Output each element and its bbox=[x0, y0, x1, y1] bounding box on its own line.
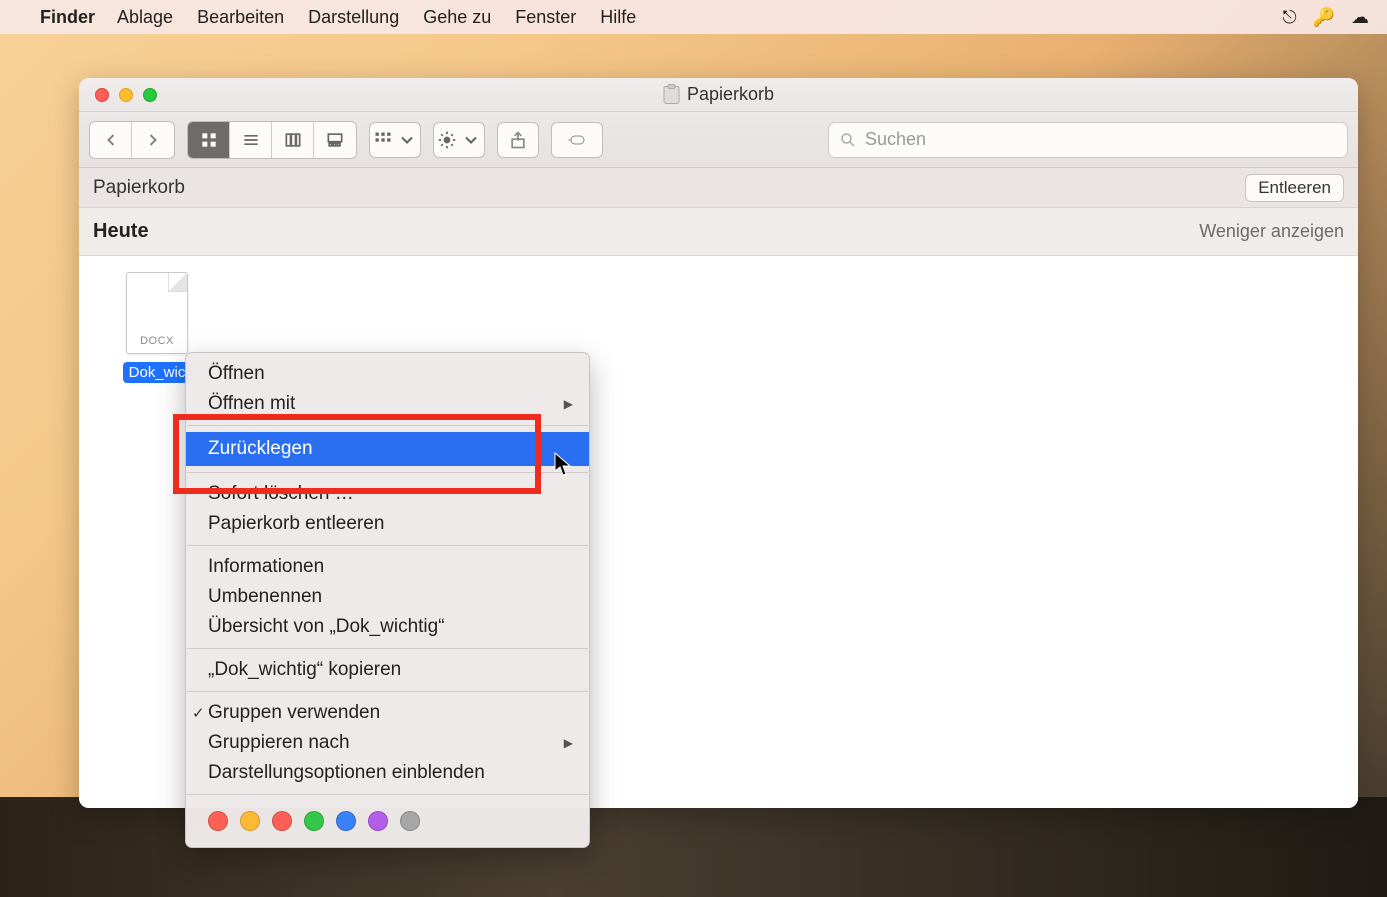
back-button[interactable] bbox=[90, 122, 132, 158]
context-menu: Öffnen Öffnen mit Zurücklegen Sofort lös… bbox=[185, 352, 590, 848]
trash-icon bbox=[663, 86, 679, 104]
tag-red[interactable] bbox=[208, 811, 228, 831]
menu-hilfe[interactable]: Hilfe bbox=[600, 7, 636, 28]
system-menubar: Finder Ablage Bearbeiten Darstellung Geh… bbox=[0, 0, 1387, 34]
group-label: Heute bbox=[93, 220, 149, 243]
forward-button[interactable] bbox=[132, 122, 174, 158]
ctx-show-view-options[interactable]: Darstellungsoptionen einblenden bbox=[186, 758, 589, 788]
group-header: Heute Weniger anzeigen bbox=[79, 208, 1358, 256]
minimize-window-button[interactable] bbox=[119, 88, 133, 102]
app-name[interactable]: Finder bbox=[40, 7, 95, 28]
path-bar: Papierkorb Entleeren bbox=[79, 168, 1358, 208]
ctx-separator bbox=[187, 691, 588, 692]
tag-gray[interactable] bbox=[400, 811, 420, 831]
ctx-group-by[interactable]: Gruppieren nach bbox=[186, 728, 589, 758]
location-label: Papierkorb bbox=[93, 177, 185, 199]
ctx-separator bbox=[187, 794, 588, 795]
tag-red2[interactable] bbox=[272, 811, 292, 831]
file-extension-label: DOCX bbox=[127, 335, 187, 347]
close-window-button[interactable] bbox=[95, 88, 109, 102]
ctx-use-groups[interactable]: Gruppen verwenden bbox=[186, 698, 589, 728]
share-button[interactable] bbox=[497, 122, 539, 158]
column-view-button[interactable] bbox=[272, 122, 314, 158]
ctx-copy[interactable]: „Dok_wichtig“ kopieren bbox=[186, 655, 589, 685]
ctx-tag-colors bbox=[186, 801, 589, 835]
file-name-label[interactable]: Dok_wic bbox=[123, 362, 192, 383]
tag-blue[interactable] bbox=[336, 811, 356, 831]
status-icon-1[interactable]: ⎋ bbox=[1282, 7, 1296, 28]
ctx-empty-trash[interactable]: Papierkorb entleeren bbox=[186, 509, 589, 539]
toolbar: Suchen bbox=[79, 112, 1358, 168]
search-field[interactable]: Suchen bbox=[828, 122, 1348, 158]
ctx-separator bbox=[187, 472, 588, 473]
search-icon bbox=[839, 131, 857, 149]
view-buttons bbox=[187, 121, 357, 159]
zoom-window-button[interactable] bbox=[143, 88, 157, 102]
gallery-view-button[interactable] bbox=[314, 122, 356, 158]
window-title: Papierkorb bbox=[663, 84, 774, 105]
tags-button[interactable] bbox=[551, 122, 603, 158]
menu-ablage[interactable]: Ablage bbox=[117, 7, 173, 28]
empty-trash-button[interactable]: Entleeren bbox=[1245, 174, 1344, 202]
ctx-quick-look[interactable]: Übersicht von „Dok_wichtig“ bbox=[186, 612, 589, 642]
tag-green[interactable] bbox=[304, 811, 324, 831]
ctx-put-back[interactable]: Zurücklegen bbox=[186, 432, 589, 466]
arrange-button[interactable] bbox=[369, 122, 421, 158]
tag-purple[interactable] bbox=[368, 811, 388, 831]
cloud-upload-icon[interactable]: ☁ bbox=[1351, 7, 1369, 28]
ctx-rename[interactable]: Umbenennen bbox=[186, 582, 589, 612]
menu-fenster[interactable]: Fenster bbox=[515, 7, 576, 28]
ctx-delete-immediately[interactable]: Sofort löschen … bbox=[186, 479, 589, 509]
window-titlebar[interactable]: Papierkorb bbox=[79, 78, 1358, 112]
ctx-open-with[interactable]: Öffnen mit bbox=[186, 389, 589, 419]
ctx-separator bbox=[187, 425, 588, 426]
ctx-open[interactable]: Öffnen bbox=[186, 359, 589, 389]
docx-file-icon: DOCX bbox=[126, 272, 188, 354]
traffic-lights bbox=[79, 88, 157, 102]
key-icon[interactable]: 🔑 bbox=[1313, 7, 1335, 28]
menu-darstellung[interactable]: Darstellung bbox=[308, 7, 399, 28]
window-title-text: Papierkorb bbox=[687, 84, 774, 105]
ctx-get-info[interactable]: Informationen bbox=[186, 552, 589, 582]
icon-view-button[interactable] bbox=[188, 122, 230, 158]
show-less-button[interactable]: Weniger anzeigen bbox=[1199, 221, 1344, 242]
ctx-separator bbox=[187, 648, 588, 649]
menu-bearbeiten[interactable]: Bearbeiten bbox=[197, 7, 284, 28]
list-view-button[interactable] bbox=[230, 122, 272, 158]
search-placeholder: Suchen bbox=[865, 129, 926, 150]
menu-gehezu[interactable]: Gehe zu bbox=[423, 7, 491, 28]
tag-orange[interactable] bbox=[240, 811, 260, 831]
ctx-separator bbox=[187, 545, 588, 546]
action-button[interactable] bbox=[433, 122, 485, 158]
nav-buttons bbox=[89, 121, 175, 159]
